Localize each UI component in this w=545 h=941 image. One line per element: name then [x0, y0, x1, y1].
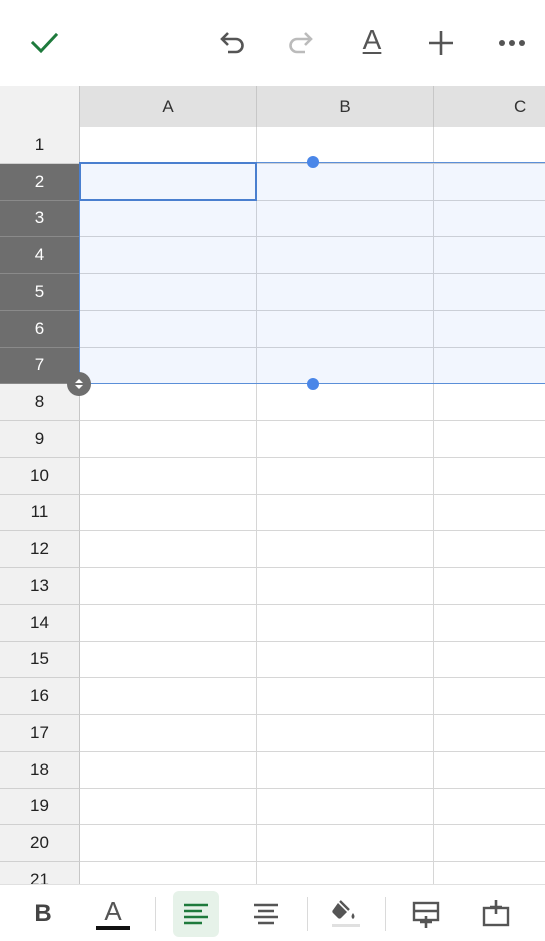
grid-line: [80, 530, 545, 532]
undo-icon: [220, 32, 244, 54]
text-color-swatch: [96, 926, 130, 930]
toolbar-divider: [385, 897, 386, 931]
align-left-icon: [184, 903, 208, 925]
insert-column-icon: [482, 900, 510, 927]
column-header-c[interactable]: C: [434, 86, 545, 127]
grid-line: [80, 750, 545, 752]
row-header-2[interactable]: 2: [0, 163, 80, 201]
grid-line: [80, 861, 545, 862]
bold-button[interactable]: B: [20, 891, 66, 937]
text-color-button[interactable]: A: [90, 891, 136, 937]
format-toolbar: B A: [0, 884, 545, 941]
fill-color-button[interactable]: [323, 891, 369, 937]
plus-icon: [429, 31, 453, 55]
grid-line: [80, 640, 545, 642]
more-icon: [499, 40, 525, 46]
column-header-b[interactable]: B: [257, 86, 434, 127]
row-header-17[interactable]: 17: [0, 715, 80, 752]
text-color-icon: A: [104, 896, 122, 926]
grid-line: [80, 456, 545, 458]
insert-row-button[interactable]: [403, 891, 449, 937]
more-button[interactable]: [489, 20, 535, 66]
row-header-21[interactable]: 21: [0, 862, 80, 884]
toolbar-divider: [307, 897, 308, 931]
row-header-1[interactable]: 1: [0, 127, 80, 164]
grid-line: [80, 493, 545, 495]
insert-button[interactable]: [418, 20, 464, 66]
resize-arrows-icon: [75, 379, 83, 389]
text-format-icon: A: [362, 24, 382, 55]
row-header-10[interactable]: 10: [0, 457, 80, 495]
grid-line: [80, 714, 545, 715]
grid-line: [80, 824, 545, 826]
toolbar-divider: [155, 897, 156, 931]
row-header-14[interactable]: 14: [0, 604, 80, 642]
redo-icon: [289, 32, 313, 54]
top-toolbar: A: [0, 0, 545, 86]
row-header-18[interactable]: 18: [0, 751, 80, 789]
row-header-4[interactable]: 4: [0, 237, 80, 274]
undo-button[interactable]: [209, 20, 255, 66]
selection-top-handle[interactable]: [307, 156, 319, 168]
selection-bottom-handle[interactable]: [307, 378, 319, 390]
row-header-13[interactable]: 13: [0, 568, 80, 605]
row-header-11[interactable]: 11: [0, 494, 80, 532]
row-header-9[interactable]: 9: [0, 421, 80, 458]
bold-icon: B: [34, 900, 52, 927]
grid-line: [80, 420, 545, 421]
text-format-button[interactable]: A: [349, 20, 395, 66]
align-center-button[interactable]: [243, 891, 289, 937]
align-left-button[interactable]: [173, 891, 219, 937]
confirm-button[interactable]: [21, 20, 67, 66]
row-resize-handle[interactable]: [67, 372, 91, 396]
row-header-3[interactable]: 3: [0, 200, 80, 238]
row-header-19[interactable]: 19: [0, 788, 80, 826]
row-header-5[interactable]: 5: [0, 274, 80, 311]
grid-line: [80, 603, 545, 605]
select-all-corner[interactable]: [0, 86, 80, 127]
row-header-20[interactable]: 20: [0, 825, 80, 862]
row-header-6[interactable]: 6: [0, 310, 80, 348]
redo-button[interactable]: [278, 20, 324, 66]
insert-row-icon: [412, 901, 440, 928]
column-header-a[interactable]: A: [80, 86, 257, 127]
fill-color-icon: [332, 900, 360, 927]
row-header-16[interactable]: 16: [0, 678, 80, 715]
align-center-icon: [254, 903, 278, 925]
grid-line: [80, 567, 545, 568]
insert-column-button[interactable]: [473, 891, 519, 937]
active-cell-a2[interactable]: [79, 162, 257, 201]
grid-line: [80, 677, 545, 679]
row-header-12[interactable]: 12: [0, 531, 80, 568]
grid-line: [80, 787, 545, 789]
check-icon: [30, 32, 59, 54]
row-header-15[interactable]: 15: [0, 641, 80, 679]
